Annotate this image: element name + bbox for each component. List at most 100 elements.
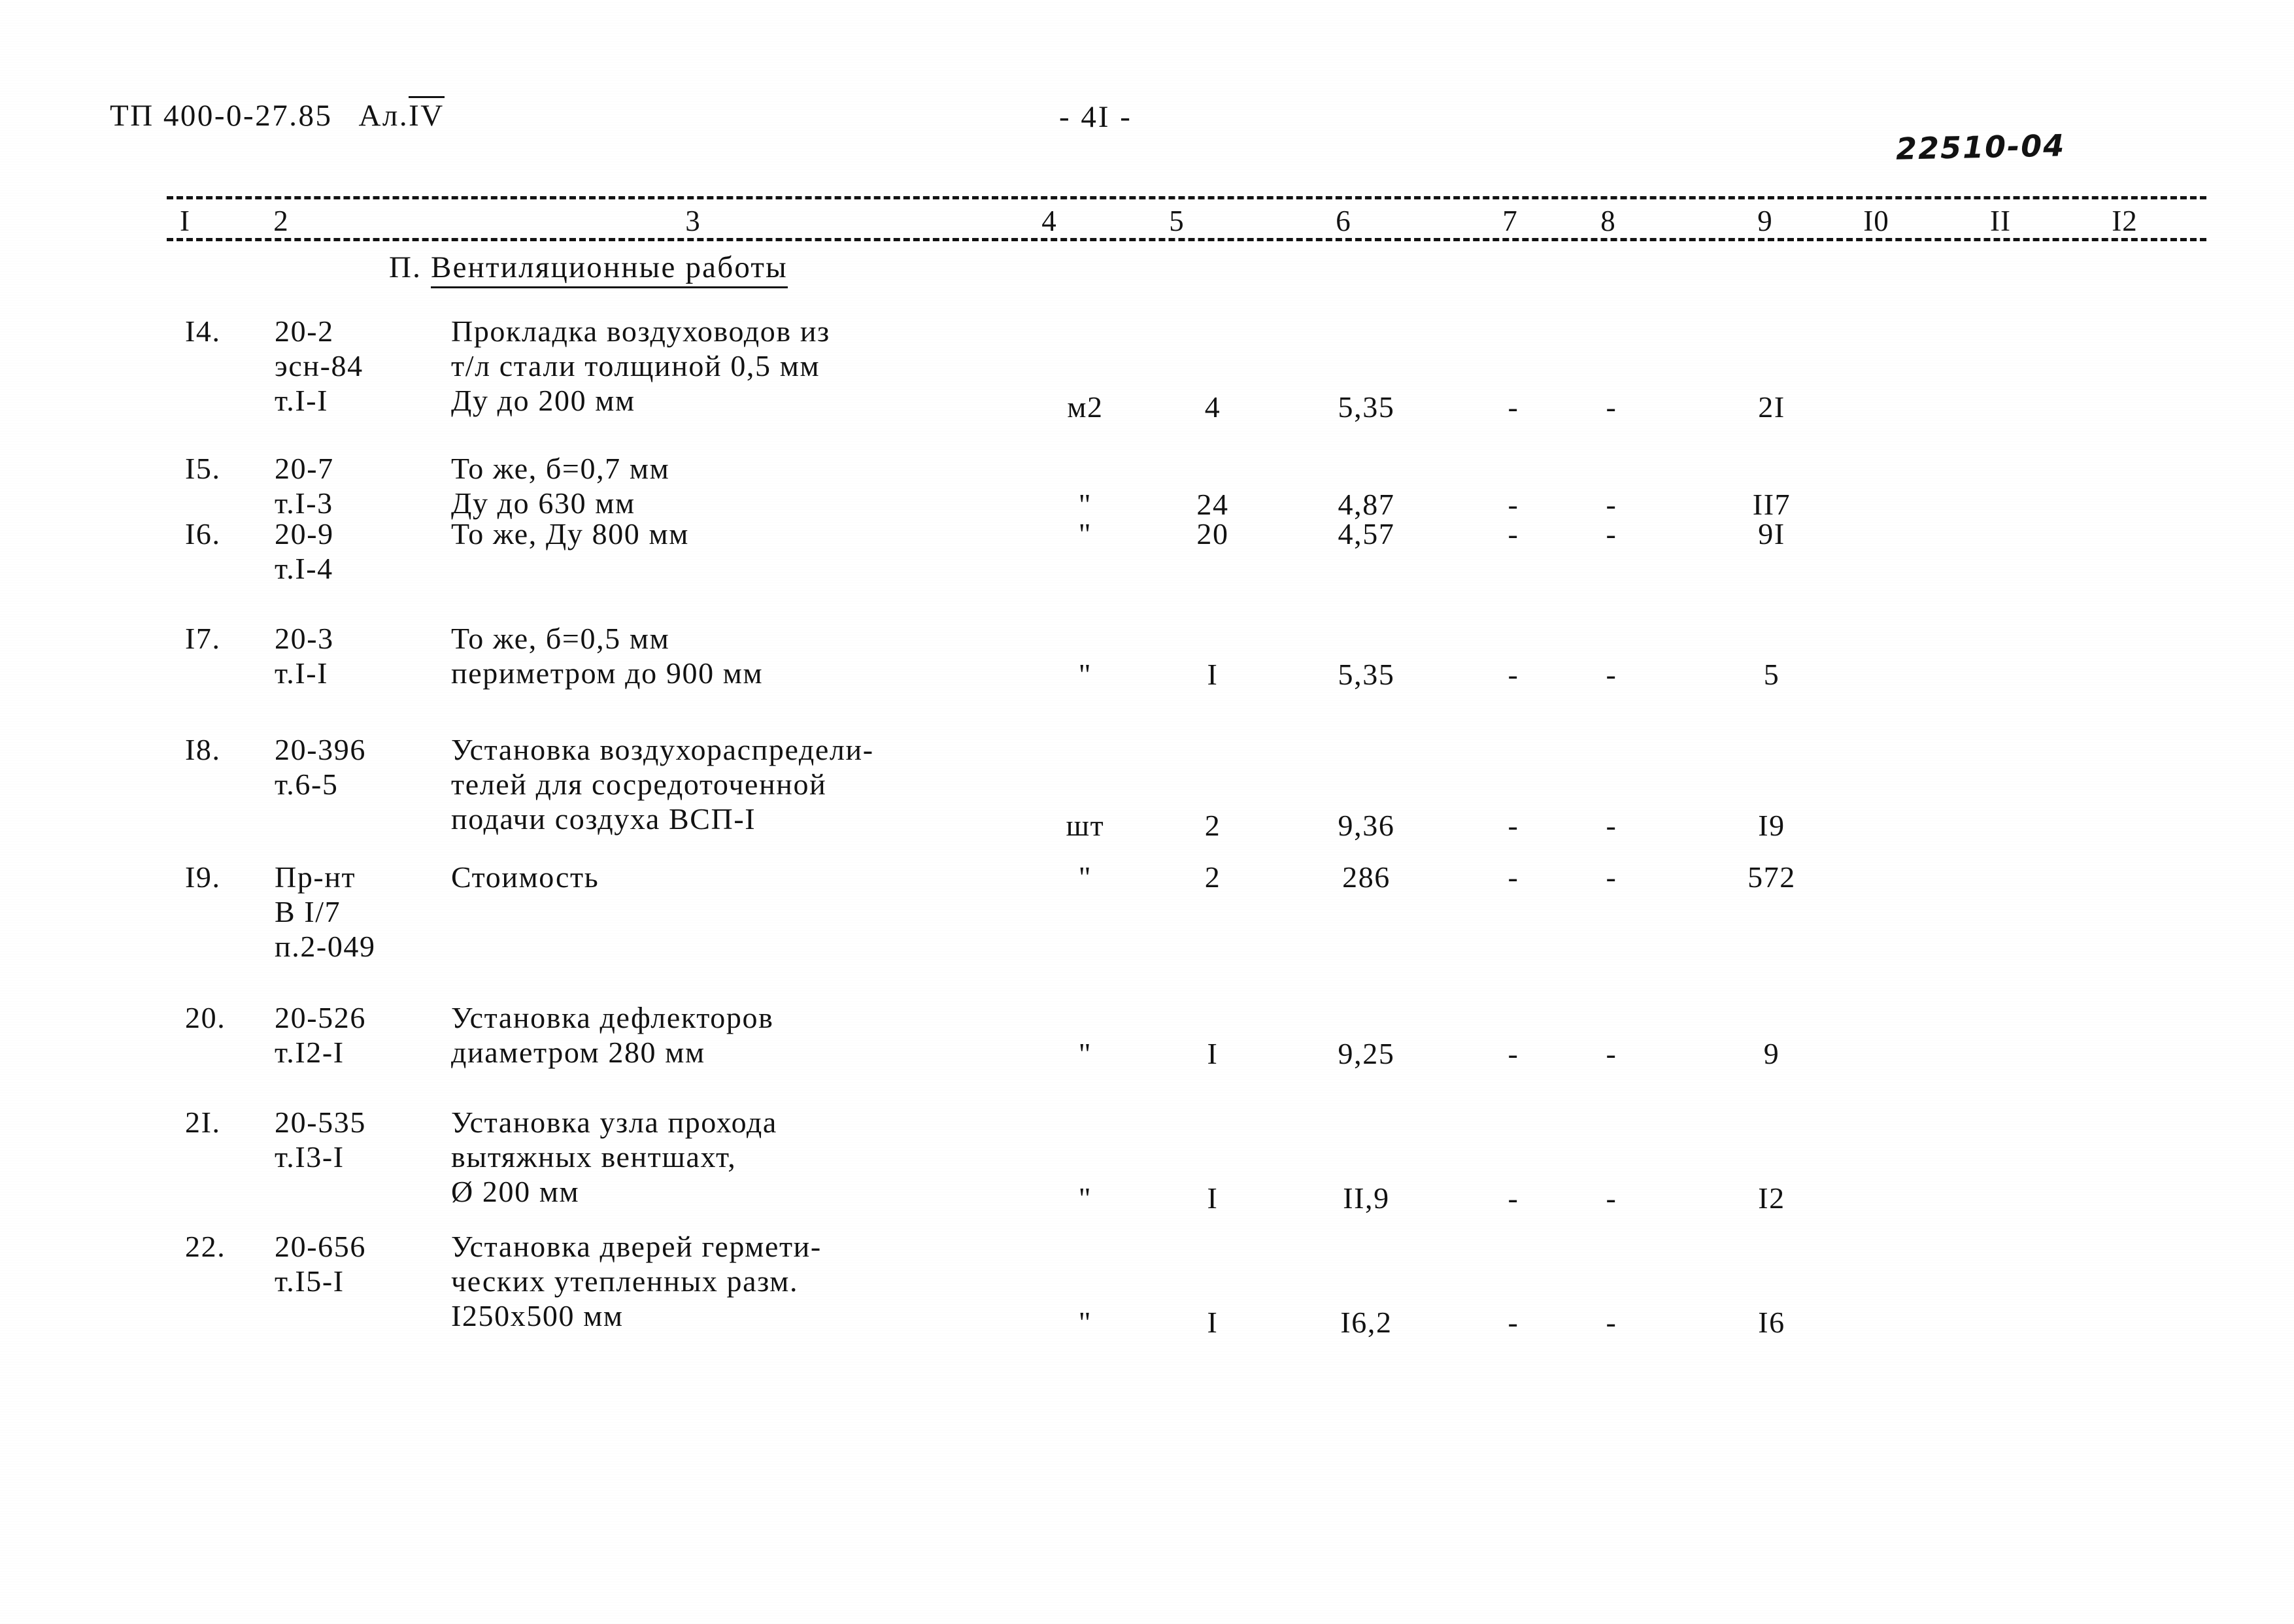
row-col8-value: - (1606, 658, 1617, 691)
handwritten-stamp: 22510-04 (1895, 127, 2066, 167)
row-unit-price: 5,35 (1338, 390, 1395, 424)
column-number-9: 9 (1757, 205, 1773, 237)
row-quantity: I (1207, 658, 1219, 691)
row-col8-value: - (1606, 860, 1617, 894)
row-number: I6. (185, 517, 221, 550)
row-description: Установка узла прохода вытяжных вентшахт… (451, 1106, 777, 1208)
row-basis-code: 20-656 т.I5-I (275, 1230, 366, 1298)
row-unit: " (1078, 517, 1092, 550)
row-total-value: 572 (1747, 860, 1796, 894)
album-label: Ал. (358, 99, 409, 133)
row-total-value: I2 (1758, 1181, 1785, 1215)
row-quantity: I (1207, 1306, 1219, 1339)
row-col7-value: - (1508, 809, 1519, 842)
row-number: I7. (185, 622, 221, 655)
row-number: I5. (185, 452, 221, 485)
column-number-12: I2 (2112, 205, 2138, 237)
row-total-value: I6 (1758, 1306, 1785, 1339)
row-unit: " (1078, 860, 1092, 894)
column-number-6: 6 (1336, 205, 1351, 237)
row-unit: шт (1066, 809, 1105, 842)
row-col8-value: - (1606, 1181, 1617, 1215)
section-title-text: Вентиляционные работы (431, 250, 788, 288)
row-unit: " (1078, 658, 1092, 691)
row-quantity: 2 (1204, 809, 1221, 842)
row-number: I8. (185, 733, 221, 766)
row-description: Стоимость (451, 860, 599, 894)
row-quantity: 20 (1196, 517, 1229, 550)
row-unit-price: I6,2 (1340, 1306, 1392, 1339)
column-number-2: 2 (273, 205, 289, 237)
row-total-value: I9 (1758, 809, 1785, 842)
row-quantity: 2 (1204, 860, 1221, 894)
row-description: То же, б=0,7 мм Ду до 630 мм (451, 452, 670, 520)
row-basis-code: 20-535 т.I3-I (275, 1106, 366, 1174)
document-code-header: ТП 400-0-27.85 Ал.IV (110, 96, 445, 133)
document-code: ТП 400-0-27.85 (110, 99, 333, 133)
row-basis-code: 20-7 т.I-3 (275, 452, 334, 520)
row-col8-value: - (1606, 517, 1617, 550)
row-col7-value: - (1508, 860, 1519, 894)
row-number: 2I. (185, 1106, 221, 1139)
row-description: Установка дверей гермети- ческих утеплен… (451, 1230, 822, 1332)
section-heading: П. Вентиляционные работы (389, 250, 788, 288)
row-number: I4. (185, 314, 221, 348)
column-number-7: 7 (1502, 205, 1518, 237)
row-total-value: 9I (1758, 517, 1785, 550)
row-total-value: 5 (1763, 658, 1780, 691)
row-basis-code: 20-3 т.I-I (275, 622, 334, 690)
row-unit: м2 (1067, 390, 1104, 424)
row-description: То же, Ду 800 мм (451, 517, 689, 550)
column-number-5: 5 (1169, 205, 1185, 237)
column-number-4: 4 (1041, 205, 1057, 237)
row-unit-price: 4,57 (1338, 517, 1395, 550)
column-number-1: I (180, 205, 190, 237)
row-unit-price: II,9 (1343, 1181, 1390, 1215)
row-description: То же, б=0,5 мм периметром до 900 мм (451, 622, 764, 690)
row-basis-code: 20-9 т.I-4 (275, 517, 334, 585)
row-unit: " (1078, 1306, 1092, 1339)
section-number: П. (389, 250, 422, 284)
album-number: IV (409, 96, 445, 133)
row-col7-value: - (1508, 658, 1519, 691)
row-total-value: 2I (1758, 390, 1785, 424)
row-unit-price: 9,25 (1338, 1037, 1395, 1070)
row-quantity: I (1207, 1181, 1219, 1215)
row-number: 20. (185, 1001, 226, 1034)
row-basis-code: 20-526 т.I2-I (275, 1001, 366, 1069)
table-rule-top (167, 196, 2206, 199)
row-basis-code: Пр-нт В I/7 п.2-049 (275, 860, 376, 963)
scanned-document-page: ТП 400-0-27.85 Ал.IV - 4I - 22510-04 I234… (0, 0, 2294, 1624)
row-col8-value: - (1606, 809, 1617, 842)
row-number: I9. (185, 860, 221, 894)
row-description: Прокладка воздуховодов из т/л стали толщ… (451, 314, 830, 417)
scan-grain-overlay (0, 0, 2294, 1624)
row-col8-value: - (1606, 1037, 1617, 1070)
row-col7-value: - (1508, 1037, 1519, 1070)
column-number-10: I0 (1863, 205, 1889, 237)
row-col8-value: - (1606, 1306, 1617, 1339)
row-number: 22. (185, 1230, 226, 1263)
row-unit-price: 9,36 (1338, 809, 1395, 842)
row-col7-value: - (1508, 517, 1519, 550)
column-number-3: 3 (685, 205, 701, 237)
column-number-11: II (1990, 205, 2011, 237)
row-quantity: 4 (1204, 390, 1221, 424)
row-col7-value: - (1508, 390, 1519, 424)
row-col7-value: - (1508, 1306, 1519, 1339)
page-number: - 4I - (1059, 100, 1132, 134)
row-unit: " (1078, 1037, 1092, 1070)
table-rule-bottom (167, 238, 2206, 241)
row-col7-value: - (1508, 1181, 1519, 1215)
column-number-8: 8 (1600, 205, 1616, 237)
row-total-value: 9 (1763, 1037, 1780, 1070)
row-quantity: I (1207, 1037, 1219, 1070)
row-unit-price: 5,35 (1338, 658, 1395, 691)
row-basis-code: 20-2 эсн-84 т.I-I (275, 314, 363, 417)
row-col8-value: - (1606, 390, 1617, 424)
row-unit-price: 286 (1342, 860, 1391, 894)
row-description: Установка воздухораспредели- телей для с… (451, 733, 874, 836)
row-unit: " (1078, 1181, 1092, 1215)
row-description: Установка дефлекторов диаметром 280 мм (451, 1001, 774, 1069)
row-basis-code: 20-396 т.6-5 (275, 733, 366, 801)
